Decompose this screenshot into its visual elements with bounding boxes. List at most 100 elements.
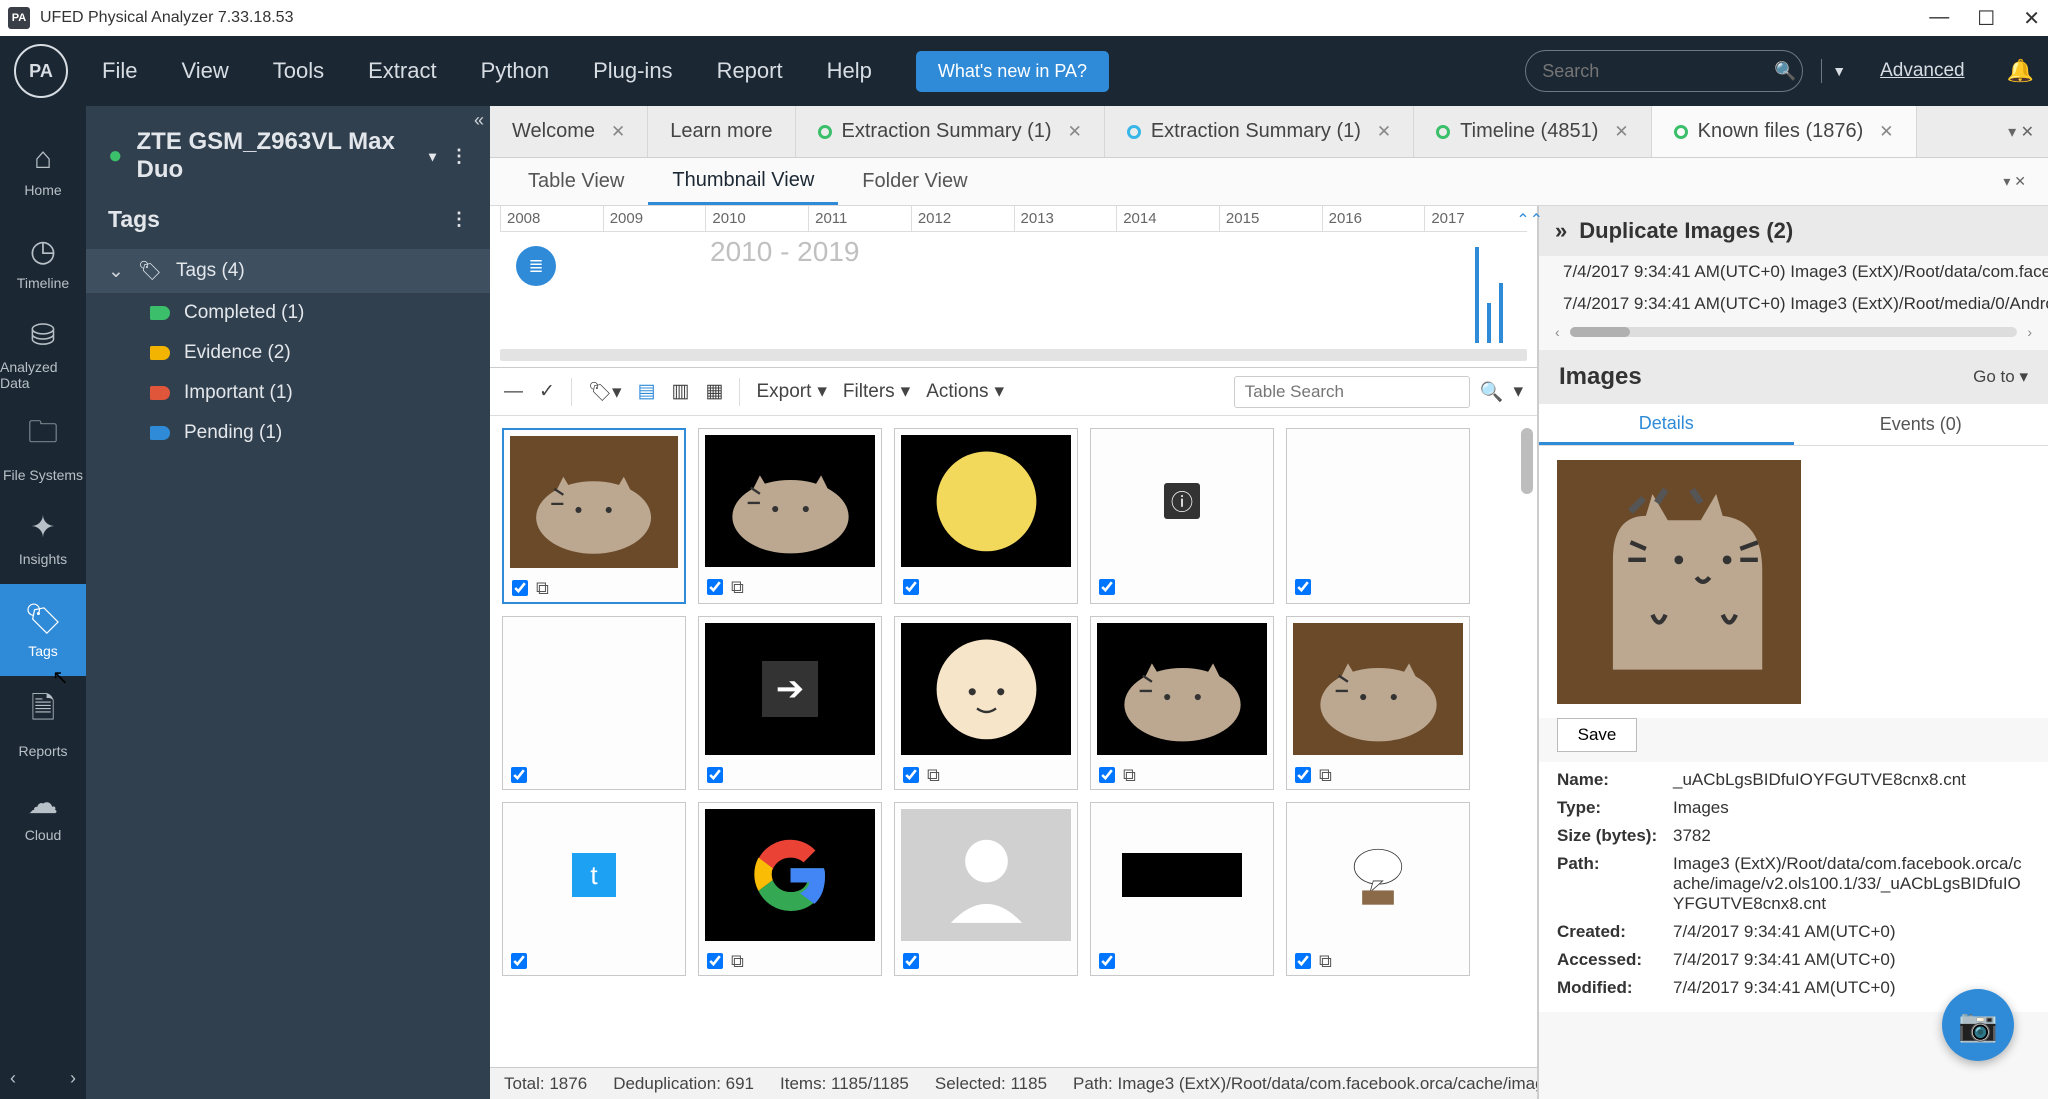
thumbnail-scrollbar[interactable] bbox=[1521, 428, 1533, 494]
timeline-year[interactable]: 2017 bbox=[1424, 206, 1527, 231]
thumbnail-checkbox[interactable] bbox=[707, 767, 723, 783]
thumbnail-checkbox[interactable] bbox=[903, 579, 919, 595]
thumbnail-checkbox[interactable] bbox=[903, 767, 919, 783]
thumbnail-checkbox[interactable] bbox=[903, 953, 919, 969]
thumbnail-checkbox[interactable] bbox=[1099, 767, 1115, 783]
rail-item-cloud[interactable]: ☁Cloud bbox=[0, 768, 86, 860]
whats-new-button[interactable]: What's new in PA? bbox=[916, 51, 1109, 92]
window-maximize[interactable]: ☐ bbox=[1977, 6, 1995, 31]
tag-row[interactable]: Evidence (2) bbox=[86, 333, 490, 373]
rail-item-reports[interactable]: 🗎Reports bbox=[0, 676, 86, 768]
doc-tab[interactable]: Extraction Summary (1)✕ bbox=[1105, 106, 1414, 157]
global-search[interactable]: 🔍 bbox=[1525, 50, 1803, 92]
thumbnail[interactable]: ➔ bbox=[698, 616, 882, 790]
advanced-link[interactable]: Advanced bbox=[1880, 60, 1965, 82]
search-input[interactable] bbox=[1542, 61, 1774, 82]
rail-item-file-systems[interactable]: 🗀File Systems bbox=[0, 400, 86, 492]
thumbnail[interactable] bbox=[894, 428, 1078, 604]
tab-close-icon[interactable]: ✕ bbox=[1879, 122, 1893, 142]
window-minimize[interactable]: — bbox=[1929, 6, 1949, 31]
select-dash-icon[interactable]: — bbox=[504, 381, 523, 403]
thumbnail[interactable]: ⧉ bbox=[698, 428, 882, 604]
side-section-menu-icon[interactable]: ⋮ bbox=[450, 209, 468, 230]
thumbnail[interactable]: ⧉ bbox=[894, 616, 1078, 790]
rail-back[interactable]: ‹ bbox=[10, 1068, 16, 1089]
goto-dropdown[interactable]: Go to ▾ bbox=[1973, 367, 2028, 387]
doc-tab[interactable]: Learn more bbox=[648, 106, 795, 157]
thumbnail[interactable]: ⧉ bbox=[1286, 802, 1470, 976]
timeline-strip[interactable]: 2008200920102011201220132014201520162017… bbox=[490, 206, 1537, 368]
timeline-year[interactable]: 2015 bbox=[1219, 206, 1322, 231]
tag-row[interactable]: Completed (1) bbox=[86, 293, 490, 333]
timeline-year[interactable]: 2010 bbox=[705, 206, 808, 231]
timeline-year[interactable]: 2013 bbox=[1014, 206, 1117, 231]
save-button[interactable]: Save bbox=[1557, 718, 1637, 752]
device-dropdown-icon[interactable]: ▾ bbox=[429, 148, 436, 165]
timeline-year[interactable]: 2011 bbox=[808, 206, 911, 231]
thumbnail-checkbox[interactable] bbox=[1295, 579, 1311, 595]
rail-item-insights[interactable]: ✦Insights bbox=[0, 492, 86, 584]
select-check-icon[interactable]: ✓ bbox=[539, 380, 555, 403]
thumbnail[interactable] bbox=[1090, 802, 1274, 976]
thumbnail-checkbox[interactable] bbox=[511, 767, 527, 783]
tag-row[interactable]: Important (1) bbox=[86, 373, 490, 413]
rail-forward[interactable]: › bbox=[70, 1068, 76, 1089]
thumbnail[interactable]: ⧉ bbox=[698, 802, 882, 976]
tab-close-icon[interactable]: ✕ bbox=[1614, 122, 1628, 142]
thumbnail[interactable] bbox=[1286, 428, 1470, 604]
rail-item-analyzed-data[interactable]: ⛁Analyzed Data bbox=[0, 308, 86, 400]
detail-subtab[interactable]: Events (0) bbox=[1794, 404, 2048, 445]
timeline-year[interactable]: 2014 bbox=[1116, 206, 1219, 231]
timeline-brush[interactable] bbox=[500, 349, 1527, 361]
collapse-side-icon[interactable]: « bbox=[474, 110, 484, 131]
menu-extract[interactable]: Extract bbox=[368, 58, 436, 84]
timeline-year[interactable]: 2009 bbox=[603, 206, 706, 231]
thumbnail-checkbox[interactable] bbox=[707, 579, 723, 595]
sort-asc-icon[interactable]: ▤ bbox=[638, 380, 656, 403]
menu-python[interactable]: Python bbox=[481, 58, 550, 84]
timeline-collapse-icon[interactable]: ⌃⌃ bbox=[1516, 210, 1543, 230]
notifications-icon[interactable]: 🔔 bbox=[2007, 58, 2034, 84]
thumbnail-checkbox[interactable] bbox=[1295, 953, 1311, 969]
thumbnail-checkbox[interactable] bbox=[511, 953, 527, 969]
actions-dropdown[interactable]: Actions ▾ bbox=[926, 380, 1004, 403]
timeline-year[interactable]: 2008 bbox=[500, 206, 603, 231]
menu-report[interactable]: Report bbox=[717, 58, 783, 84]
thumbnail[interactable] bbox=[502, 616, 686, 790]
thumbnail[interactable] bbox=[894, 802, 1078, 976]
thumbnail[interactable]: ⓘ bbox=[1090, 428, 1274, 604]
device-menu-icon[interactable]: ⋮ bbox=[450, 146, 468, 167]
doc-tab[interactable]: Timeline (4851)✕ bbox=[1414, 106, 1651, 157]
export-dropdown[interactable]: Export ▾ bbox=[756, 380, 826, 403]
tabs-overflow-icon[interactable]: ▾ ✕ bbox=[1994, 106, 2048, 157]
doc-tab[interactable]: Welcome✕ bbox=[490, 106, 648, 157]
thumbnail-grid[interactable]: ⧉ ⧉ ⓘ ➔ ⧉ ⧉ bbox=[490, 416, 1537, 1067]
tag-dropdown-icon[interactable]: 🏷▾ bbox=[588, 380, 622, 404]
menu-file[interactable]: File bbox=[102, 58, 137, 84]
filters-dropdown[interactable]: Filters ▾ bbox=[843, 380, 910, 403]
thumbnail-checkbox[interactable] bbox=[1099, 579, 1115, 595]
view-tab-table-view[interactable]: Table View bbox=[504, 158, 648, 205]
menu-view[interactable]: View bbox=[181, 58, 228, 84]
app-logo[interactable]: PA bbox=[14, 44, 68, 98]
window-close[interactable]: ✕ bbox=[2023, 6, 2040, 31]
detail-subtab[interactable]: Details bbox=[1539, 404, 1794, 445]
thumbnail-checkbox[interactable] bbox=[512, 580, 528, 596]
tab-close-icon[interactable]: ✕ bbox=[611, 122, 625, 142]
thumbnail[interactable]: ⧉ bbox=[1090, 616, 1274, 790]
doc-tab[interactable]: Extraction Summary (1)✕ bbox=[796, 106, 1105, 157]
grid-icon[interactable]: ▦ bbox=[706, 380, 724, 403]
timeline-year[interactable]: 2012 bbox=[911, 206, 1014, 231]
rail-item-timeline[interactable]: ◷Timeline bbox=[0, 216, 86, 308]
tags-root-row[interactable]: ⌄ 🏷 Tags (4) bbox=[86, 249, 490, 293]
view-tab-folder-view[interactable]: Folder View bbox=[838, 158, 991, 205]
dup-horizontal-scroll[interactable]: ‹› bbox=[1539, 320, 2048, 350]
search-icon[interactable]: 🔍 bbox=[1774, 61, 1796, 82]
doc-tab[interactable]: Known files (1876)✕ bbox=[1652, 106, 1917, 157]
tag-row[interactable]: Pending (1) bbox=[86, 413, 490, 453]
thumbnail-checkbox[interactable] bbox=[1295, 767, 1311, 783]
thumbnail[interactable]: t bbox=[502, 802, 686, 976]
table-search-dropdown-icon[interactable]: ▾ bbox=[1513, 380, 1523, 403]
tab-close-icon[interactable]: ✕ bbox=[1377, 122, 1391, 142]
menu-plugins[interactable]: Plug-ins bbox=[593, 58, 672, 84]
